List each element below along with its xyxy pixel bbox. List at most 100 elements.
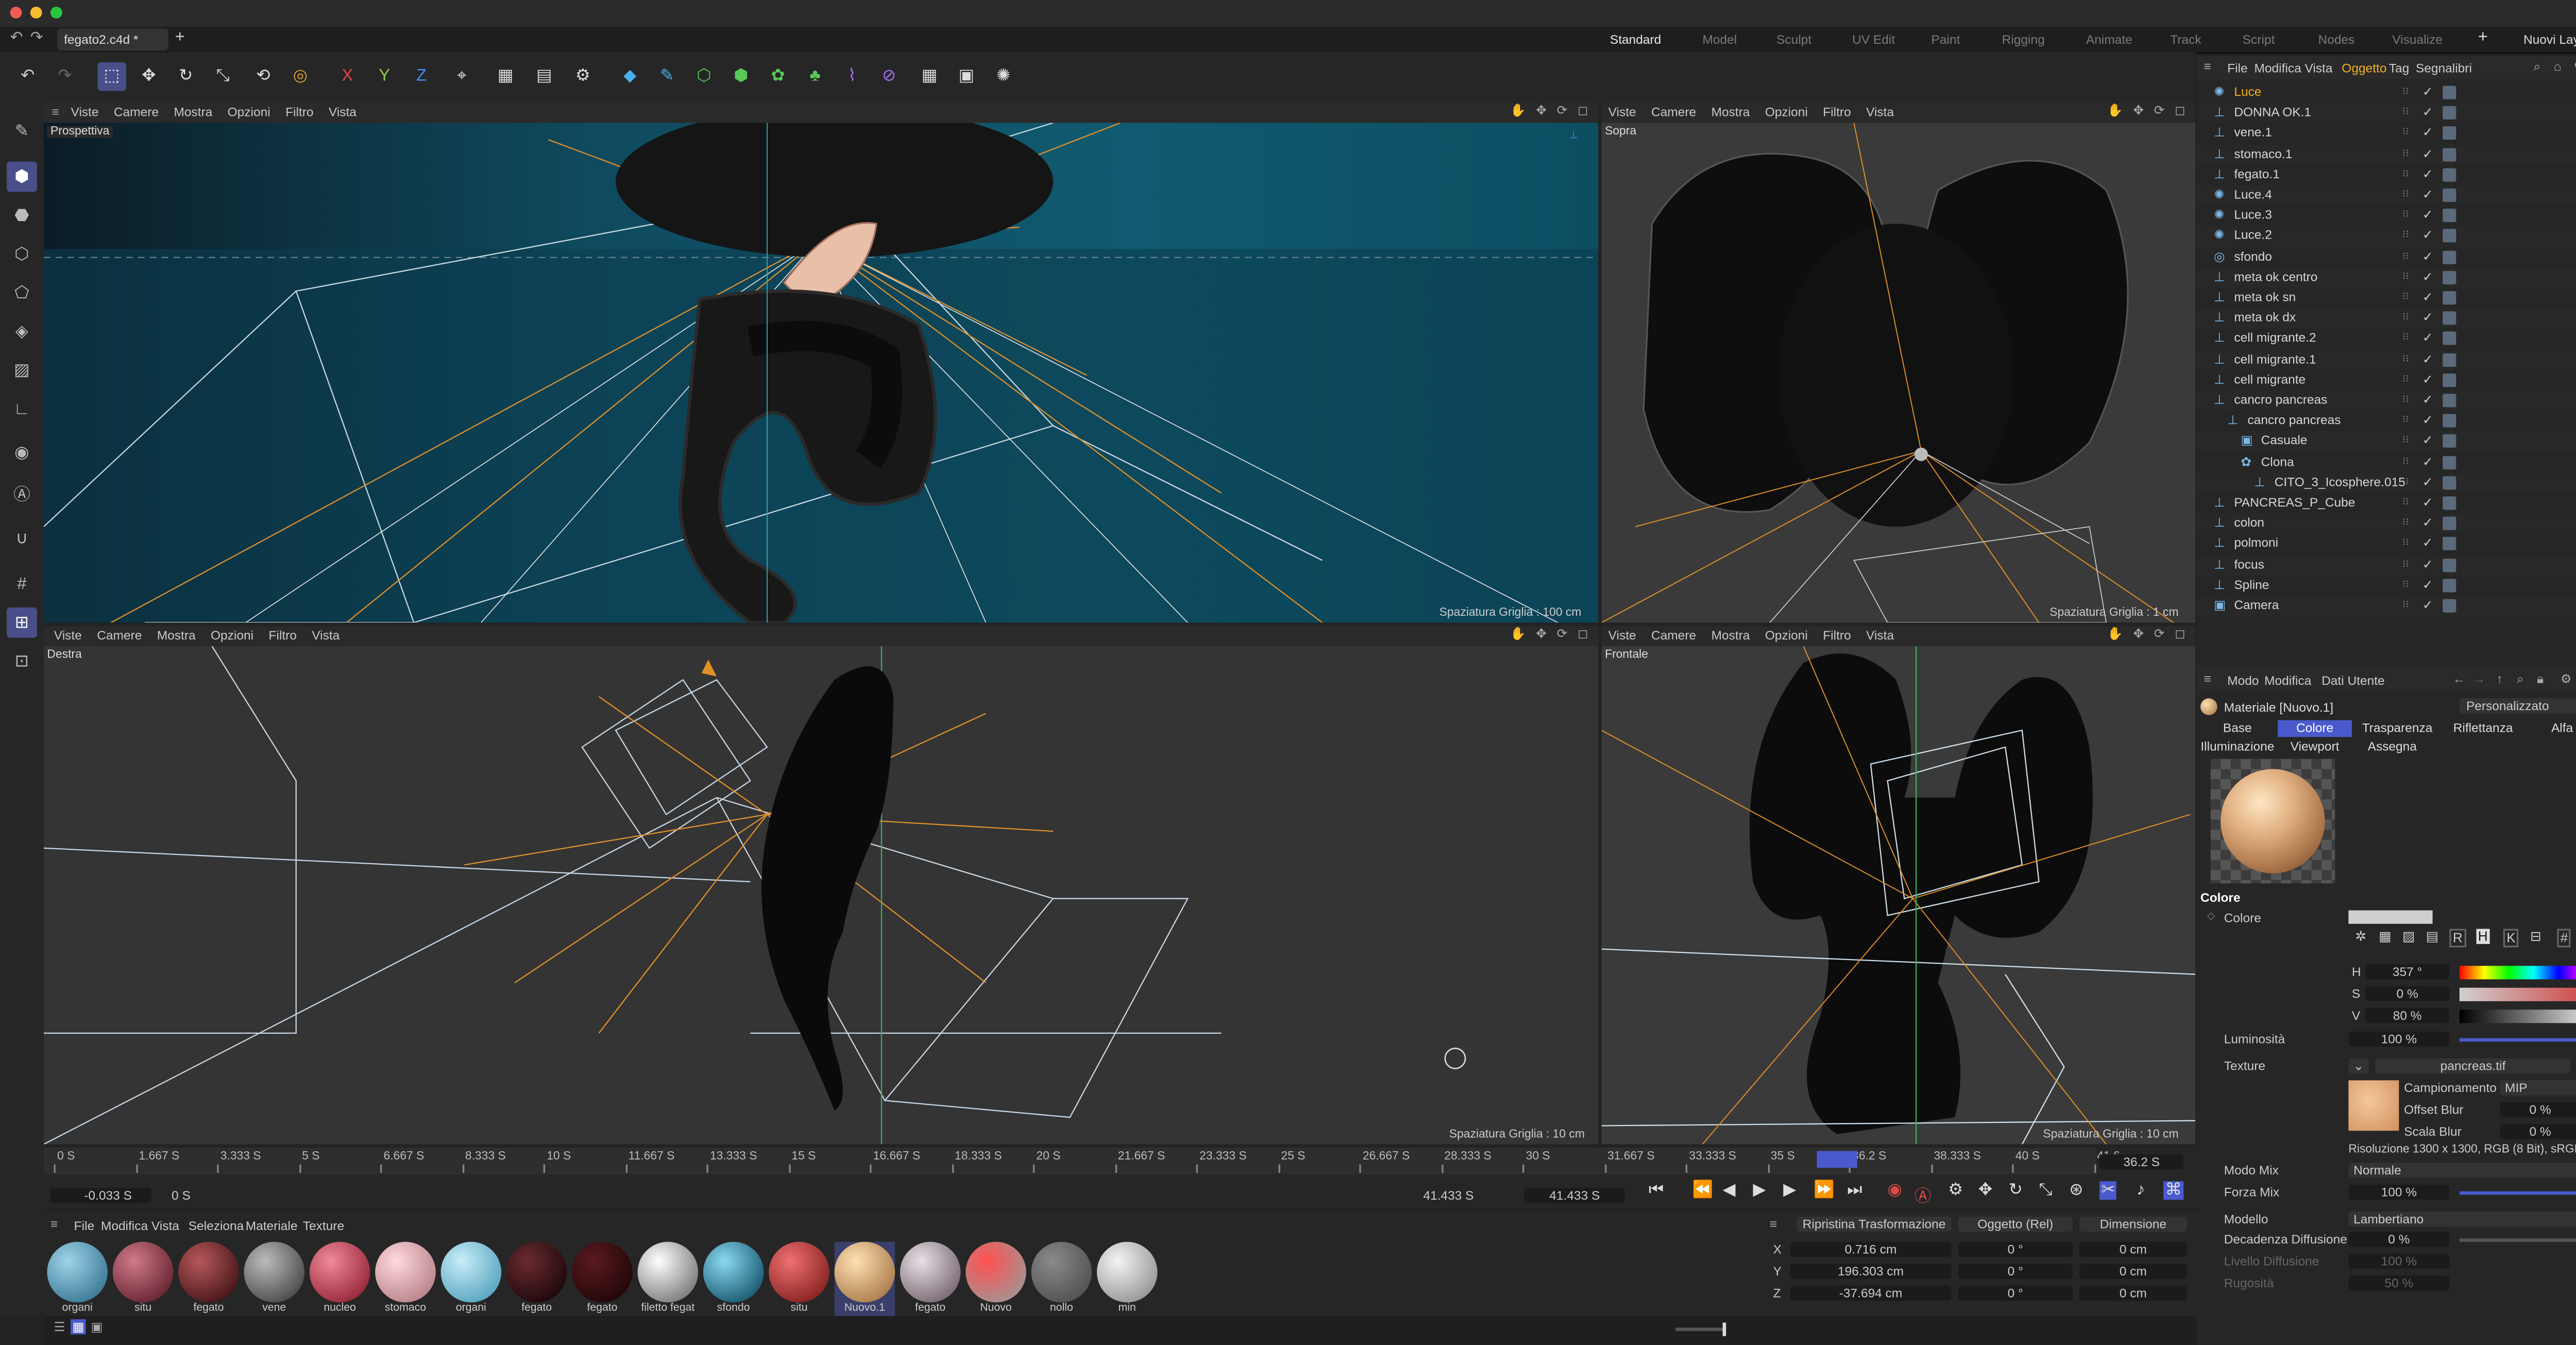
- object-tag-icon[interactable]: [2443, 167, 2456, 181]
- object-tag-icon[interactable]: [2443, 147, 2456, 161]
- attr-settings-icon[interactable]: ⚙: [2561, 671, 2572, 686]
- enable-check-icon[interactable]: ✓: [2422, 247, 2433, 267]
- object-tag-icon[interactable]: [2443, 332, 2456, 346]
- luminosity-value[interactable]: 100 %: [2348, 1031, 2450, 1047]
- right-menu-mostra[interactable]: Mostra: [157, 626, 196, 646]
- visibility-dots[interactable]: ⁝⁝: [2402, 411, 2409, 431]
- y-axis-icon[interactable]: Y: [370, 62, 399, 91]
- enable-check-icon[interactable]: ✓: [2422, 185, 2433, 206]
- material-menu-file[interactable]: File: [74, 1218, 94, 1233]
- right-menu-filtro[interactable]: Filtro: [268, 626, 296, 646]
- right-menu-camere[interactable]: Camere: [97, 626, 142, 646]
- front-menu-viste[interactable]: Viste: [1608, 626, 1636, 646]
- visibility-dots[interactable]: ⁝⁝: [2402, 349, 2409, 370]
- roughness-value[interactable]: 50 %: [2348, 1275, 2450, 1291]
- light-icon[interactable]: ✺: [989, 62, 1018, 91]
- visibility-dots[interactable]: ⁝⁝: [2402, 514, 2409, 534]
- om-menu-tag[interactable]: Tag: [2389, 61, 2409, 76]
- visibility-dots[interactable]: ⁝⁝: [2402, 103, 2409, 124]
- lock-icon[interactable]: 🔒︎: [2537, 671, 2544, 688]
- object-tag-icon[interactable]: [2443, 86, 2456, 99]
- material-item[interactable]: nollo: [1031, 1241, 1092, 1316]
- enable-check-icon[interactable]: ✓: [2422, 329, 2433, 349]
- up-arrow-icon[interactable]: ↑: [2497, 671, 2503, 686]
- object-row[interactable]: ✺ Luce.2 ⁝⁝ ✓: [2197, 226, 2576, 247]
- live-selection-icon[interactable]: ⬚: [97, 62, 126, 91]
- object-row[interactable]: ⊥ polmoni ⁝⁝ ✓: [2197, 534, 2576, 554]
- sculpt-icon[interactable]: Ⓐ: [7, 476, 37, 507]
- coord-position-field[interactable]: 196.303 cm: [1790, 1264, 1952, 1279]
- minimize-window-button[interactable]: [30, 7, 42, 19]
- material-menu-texture[interactable]: Texture: [303, 1218, 344, 1233]
- new-document-tab-button[interactable]: +: [175, 29, 185, 47]
- v-value[interactable]: 80 %: [2365, 1007, 2450, 1023]
- enable-check-icon[interactable]: ✓: [2422, 349, 2433, 370]
- render-view-icon[interactable]: ▦: [491, 62, 520, 91]
- field-icon[interactable]: ♣: [801, 62, 829, 91]
- play-icon[interactable]: ▶: [1753, 1181, 1766, 1200]
- object-row[interactable]: ▣ Camera ⁝⁝ ✓: [2197, 595, 2576, 616]
- object-tag-icon[interactable]: [2443, 496, 2456, 510]
- perspective-menu-opzioni[interactable]: Opzioni: [228, 103, 270, 123]
- diffuse-level-value[interactable]: 100 %: [2348, 1253, 2450, 1269]
- object-row[interactable]: ⊥ cancro pancreas ⁝⁝ ✓: [2197, 411, 2576, 431]
- right-menu-vista[interactable]: Vista: [312, 626, 340, 646]
- spectrum-icon[interactable]: ▦: [2379, 929, 2392, 944]
- layout-tab-standard[interactable]: Standard: [1610, 30, 1661, 49]
- enable-check-icon[interactable]: ✓: [2422, 575, 2433, 596]
- visibility-dots[interactable]: ⁝⁝: [2402, 144, 2409, 164]
- material-item[interactable]: fegato: [178, 1241, 239, 1316]
- value-slider[interactable]: [2459, 1010, 2576, 1023]
- visibility-dots[interactable]: ⁝⁝: [2402, 554, 2409, 575]
- material-menu-icon[interactable]: ≡: [50, 1217, 58, 1232]
- key-rotation-icon[interactable]: ↻: [2009, 1181, 2023, 1200]
- texture-file[interactable]: pancreas.tif: [2375, 1058, 2571, 1074]
- extrude-icon[interactable]: ⬢: [727, 62, 756, 91]
- material-item[interactable]: nucleo: [309, 1241, 370, 1316]
- coord-size-field[interactable]: 0 cm: [2079, 1285, 2187, 1301]
- sound-icon[interactable]: ♪: [2137, 1181, 2145, 1200]
- object-tag-icon[interactable]: [2443, 558, 2456, 571]
- object-tag-icon[interactable]: [2443, 127, 2456, 141]
- attr-search-icon[interactable]: ⌕: [2517, 671, 2524, 688]
- material-item[interactable]: fegato: [506, 1241, 567, 1316]
- enable-check-icon[interactable]: ✓: [2422, 534, 2433, 554]
- mix-mode-select[interactable]: Normale: [2348, 1163, 2576, 1178]
- edges-mode-icon[interactable]: ⬠: [7, 278, 37, 308]
- perspective-menu-filtro[interactable]: Filtro: [285, 103, 313, 123]
- deformer-icon[interactable]: ⌇: [838, 62, 867, 91]
- diffuse-falloff-slider[interactable]: [2459, 1238, 2576, 1242]
- object-row[interactable]: ⊥ cell migrante.1 ⁝⁝ ✓: [2197, 349, 2576, 370]
- top-menu-vista[interactable]: Vista: [1866, 103, 1894, 123]
- object-tag-icon[interactable]: [2443, 434, 2456, 448]
- object-row[interactable]: ⊥ stomaco.1 ⁝⁝ ✓: [2197, 144, 2576, 165]
- material-tab-base[interactable]: Base: [2200, 720, 2275, 737]
- material-item[interactable]: fegato: [900, 1241, 961, 1316]
- om-menu-vista[interactable]: Vista: [2304, 61, 2332, 76]
- effector-icon[interactable]: ⊘: [875, 62, 904, 91]
- z-axis-icon[interactable]: Z: [407, 62, 436, 91]
- layout-tab-paint[interactable]: Paint: [1931, 30, 1960, 49]
- visibility-dots[interactable]: ⁝⁝: [2402, 596, 2409, 616]
- object-tag-icon[interactable]: [2443, 578, 2456, 592]
- redo-icon[interactable]: ↷: [50, 62, 79, 91]
- material-item[interactable]: situ: [112, 1241, 174, 1316]
- front-navigation-icons[interactable]: ✋ ✥ ⟳ ◻: [2107, 626, 2189, 641]
- material-tab-colore[interactable]: Colore: [2278, 720, 2352, 737]
- top-menu-mostra[interactable]: Mostra: [1711, 103, 1750, 123]
- preset-select[interactable]: Personalizzato: [2459, 698, 2576, 714]
- object-tag-icon[interactable]: [2443, 517, 2456, 531]
- object-row[interactable]: ✺ Luce.3 ⁝⁝ ✓: [2197, 206, 2576, 226]
- coord-rotation-field[interactable]: 0 °: [1958, 1241, 2073, 1257]
- enable-check-icon[interactable]: ✓: [2422, 144, 2433, 164]
- visibility-dots[interactable]: ⁝⁝: [2402, 247, 2409, 267]
- start-time-field[interactable]: -0.033 S: [50, 1188, 151, 1203]
- enable-check-icon[interactable]: ✓: [2422, 514, 2433, 534]
- render-settings-icon[interactable]: ⚙: [569, 62, 598, 91]
- front-menu-vista[interactable]: Vista: [1866, 626, 1894, 646]
- object-row[interactable]: ⊥ colon ⁝⁝ ✓: [2197, 513, 2576, 534]
- layout-tab-sculpt[interactable]: Sculpt: [1776, 30, 1811, 49]
- perspective-navigation-icons[interactable]: ✋ ✥ ⟳ ◻: [1510, 103, 1591, 117]
- forward-arrow-icon[interactable]: →: [2473, 671, 2485, 686]
- object-row[interactable]: ⊥ cell migrante ⁝⁝ ✓: [2197, 370, 2576, 391]
